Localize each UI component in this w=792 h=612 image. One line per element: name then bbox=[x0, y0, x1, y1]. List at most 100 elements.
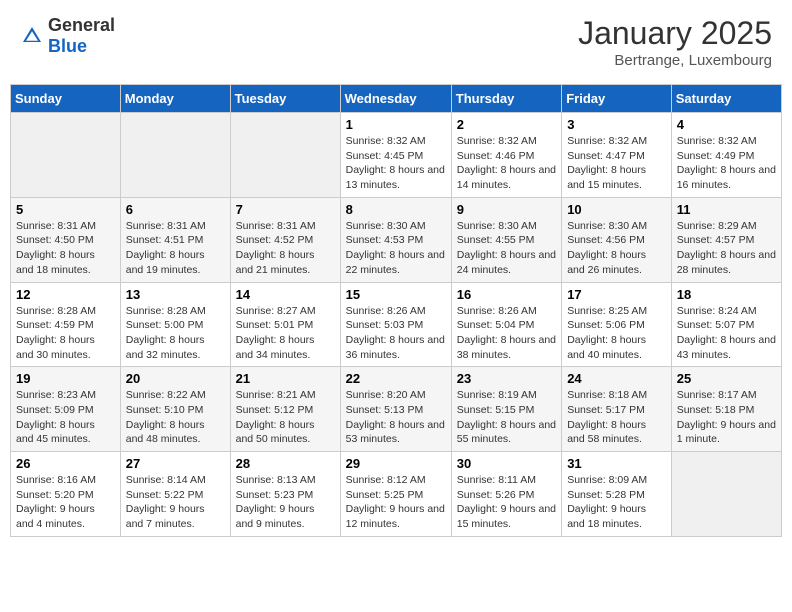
day-number: 24 bbox=[567, 371, 666, 386]
calendar-cell bbox=[230, 113, 340, 198]
day-number: 4 bbox=[677, 117, 776, 132]
day-info: Sunrise: 8:19 AM Sunset: 5:15 PM Dayligh… bbox=[457, 388, 556, 447]
calendar-cell: 22Sunrise: 8:20 AM Sunset: 5:13 PM Dayli… bbox=[340, 367, 451, 452]
day-info: Sunrise: 8:13 AM Sunset: 5:23 PM Dayligh… bbox=[236, 473, 335, 532]
day-info: Sunrise: 8:30 AM Sunset: 4:56 PM Dayligh… bbox=[567, 219, 666, 278]
day-number: 1 bbox=[346, 117, 446, 132]
day-info: Sunrise: 8:20 AM Sunset: 5:13 PM Dayligh… bbox=[346, 388, 446, 447]
calendar-cell: 21Sunrise: 8:21 AM Sunset: 5:12 PM Dayli… bbox=[230, 367, 340, 452]
day-number: 17 bbox=[567, 287, 666, 302]
weekday-header-saturday: Saturday bbox=[671, 85, 781, 113]
calendar-cell: 15 Sunrise: 8:26 AM Sunset: 5:03 PM Dayli… bbox=[340, 282, 451, 367]
day-info: Sunrise: 8:12 AM Sunset: 5:25 PM Dayligh… bbox=[346, 473, 446, 532]
weekday-header-friday: Friday bbox=[562, 85, 672, 113]
weekday-header-thursday: Thursday bbox=[451, 85, 561, 113]
weekday-header-row: SundayMondayTuesdayWednesdayThursdayFrid… bbox=[11, 85, 782, 113]
day-number: 12 bbox=[16, 287, 115, 302]
day-number: 10 bbox=[567, 202, 666, 217]
day-info: Sunrise: 8:22 AM Sunset: 5:10 PM Dayligh… bbox=[126, 388, 225, 447]
day-number: 20 bbox=[126, 371, 225, 386]
day-info: Sunrise: 8:18 AM Sunset: 5:17 PM Dayligh… bbox=[567, 388, 666, 447]
weekday-header-tuesday: Tuesday bbox=[230, 85, 340, 113]
day-info: Sunrise: 8:27 AM Sunset: 5:01 PM Dayligh… bbox=[236, 304, 335, 363]
calendar-week-2: 5 Sunrise: 8:31 AM Sunset: 4:50 PM Daylig… bbox=[11, 197, 782, 282]
day-number: 9 bbox=[457, 202, 556, 217]
location-text: Bertrange, Luxembourg bbox=[578, 52, 772, 69]
calendar-week-3: 12 Sunrise: 8:28 AM Sunset: 4:59 PM Dayli… bbox=[11, 282, 782, 367]
day-number: 28 bbox=[236, 456, 335, 471]
calendar-cell bbox=[671, 452, 781, 537]
day-info: Sunrise: 8:25 AM Sunset: 5:06 PM Dayligh… bbox=[567, 304, 666, 363]
calendar-cell: 10 Sunrise: 8:30 AM Sunset: 4:56 PM Dayli… bbox=[562, 197, 672, 282]
calendar-cell: 8 Sunrise: 8:30 AM Sunset: 4:53 PM Daylig… bbox=[340, 197, 451, 282]
calendar-cell: 23 Sunrise: 8:19 AM Sunset: 5:15 PM Dayli… bbox=[451, 367, 561, 452]
logo: General Blue bbox=[20, 15, 115, 57]
day-number: 29 bbox=[346, 456, 446, 471]
day-number: 19 bbox=[16, 371, 115, 386]
logo-general-text: General bbox=[48, 15, 115, 36]
calendar-cell: 26 Sunrise: 8:16 AM Sunset: 5:20 PM Dayli… bbox=[11, 452, 121, 537]
calendar-cell: 7 Sunrise: 8:31 AM Sunset: 4:52 PM Daylig… bbox=[230, 197, 340, 282]
day-number: 13 bbox=[126, 287, 225, 302]
day-number: 27 bbox=[126, 456, 225, 471]
calendar-cell: 2Sunrise: 8:32 AM Sunset: 4:46 PM Daylig… bbox=[451, 113, 561, 198]
day-info: Sunrise: 8:31 AM Sunset: 4:50 PM Dayligh… bbox=[16, 219, 115, 278]
calendar-cell: 13Sunrise: 8:28 AM Sunset: 5:00 PM Dayli… bbox=[120, 282, 230, 367]
day-number: 30 bbox=[457, 456, 556, 471]
day-number: 7 bbox=[236, 202, 335, 217]
calendar-cell: 25Sunrise: 8:17 AM Sunset: 5:18 PM Dayli… bbox=[671, 367, 781, 452]
calendar-cell bbox=[11, 113, 121, 198]
calendar-cell: 4 Sunrise: 8:32 AM Sunset: 4:49 PM Daylig… bbox=[671, 113, 781, 198]
day-info: Sunrise: 8:30 AM Sunset: 4:53 PM Dayligh… bbox=[346, 219, 446, 278]
calendar-cell: 20 Sunrise: 8:22 AM Sunset: 5:10 PM Dayli… bbox=[120, 367, 230, 452]
day-number: 16 bbox=[457, 287, 556, 302]
day-info: Sunrise: 8:30 AM Sunset: 4:55 PM Dayligh… bbox=[457, 219, 556, 278]
day-number: 14 bbox=[236, 287, 335, 302]
day-info: Sunrise: 8:32 AM Sunset: 4:47 PM Dayligh… bbox=[567, 134, 666, 193]
title-block: January 2025 Bertrange, Luxembourg bbox=[578, 15, 772, 69]
calendar-cell: 29 Sunrise: 8:12 AM Sunset: 5:25 PM Dayli… bbox=[340, 452, 451, 537]
logo-blue-text: Blue bbox=[48, 36, 115, 57]
calendar-cell: 3 Sunrise: 8:32 AM Sunset: 4:47 PM Daylig… bbox=[562, 113, 672, 198]
day-number: 8 bbox=[346, 202, 446, 217]
day-number: 26 bbox=[16, 456, 115, 471]
calendar-week-4: 19 Sunrise: 8:23 AM Sunset: 5:09 PM Dayli… bbox=[11, 367, 782, 452]
weekday-header-sunday: Sunday bbox=[11, 85, 121, 113]
calendar-cell: 6 Sunrise: 8:31 AM Sunset: 4:51 PM Daylig… bbox=[120, 197, 230, 282]
calendar-cell: 18 Sunrise: 8:24 AM Sunset: 5:07 PM Dayli… bbox=[671, 282, 781, 367]
logo-icon bbox=[20, 24, 44, 48]
day-info: Sunrise: 8:26 AM Sunset: 5:03 PM Dayligh… bbox=[346, 304, 446, 363]
day-info: Sunrise: 8:11 AM Sunset: 5:26 PM Dayligh… bbox=[457, 473, 556, 532]
day-number: 6 bbox=[126, 202, 225, 217]
day-info: Sunrise: 8:09 AM Sunset: 5:28 PM Dayligh… bbox=[567, 473, 666, 532]
calendar-week-1: 1Sunrise: 8:32 AM Sunset: 4:45 PM Daylig… bbox=[11, 113, 782, 198]
day-info: Sunrise: 8:31 AM Sunset: 4:52 PM Dayligh… bbox=[236, 219, 335, 278]
day-number: 18 bbox=[677, 287, 776, 302]
calendar-cell: 16Sunrise: 8:26 AM Sunset: 5:04 PM Dayli… bbox=[451, 282, 561, 367]
logo-text: General Blue bbox=[48, 15, 115, 57]
day-info: Sunrise: 8:21 AM Sunset: 5:12 PM Dayligh… bbox=[236, 388, 335, 447]
calendar-table: SundayMondayTuesdayWednesdayThursdayFrid… bbox=[10, 84, 782, 537]
calendar-cell: 24 Sunrise: 8:18 AM Sunset: 5:17 PM Dayli… bbox=[562, 367, 672, 452]
calendar-cell: 17 Sunrise: 8:25 AM Sunset: 5:06 PM Dayli… bbox=[562, 282, 672, 367]
day-number: 23 bbox=[457, 371, 556, 386]
calendar-cell: 11Sunrise: 8:29 AM Sunset: 4:57 PM Dayli… bbox=[671, 197, 781, 282]
day-number: 5 bbox=[16, 202, 115, 217]
day-info: Sunrise: 8:23 AM Sunset: 5:09 PM Dayligh… bbox=[16, 388, 115, 447]
day-info: Sunrise: 8:16 AM Sunset: 5:20 PM Dayligh… bbox=[16, 473, 115, 532]
calendar-cell: 5 Sunrise: 8:31 AM Sunset: 4:50 PM Daylig… bbox=[11, 197, 121, 282]
calendar-cell: 28 Sunrise: 8:13 AM Sunset: 5:23 PM Dayli… bbox=[230, 452, 340, 537]
day-number: 11 bbox=[677, 202, 776, 217]
day-info: Sunrise: 8:31 AM Sunset: 4:51 PM Dayligh… bbox=[126, 219, 225, 278]
day-info: Sunrise: 8:32 AM Sunset: 4:49 PM Dayligh… bbox=[677, 134, 776, 193]
day-info: Sunrise: 8:24 AM Sunset: 5:07 PM Dayligh… bbox=[677, 304, 776, 363]
day-info: Sunrise: 8:32 AM Sunset: 4:46 PM Dayligh… bbox=[457, 134, 556, 193]
calendar-week-5: 26 Sunrise: 8:16 AM Sunset: 5:20 PM Dayli… bbox=[11, 452, 782, 537]
weekday-header-wednesday: Wednesday bbox=[340, 85, 451, 113]
calendar-cell: 19 Sunrise: 8:23 AM Sunset: 5:09 PM Dayli… bbox=[11, 367, 121, 452]
day-info: Sunrise: 8:17 AM Sunset: 5:18 PM Dayligh… bbox=[677, 388, 776, 447]
day-number: 15 bbox=[346, 287, 446, 302]
day-number: 31 bbox=[567, 456, 666, 471]
day-number: 3 bbox=[567, 117, 666, 132]
day-info: Sunrise: 8:28 AM Sunset: 4:59 PM Dayligh… bbox=[16, 304, 115, 363]
